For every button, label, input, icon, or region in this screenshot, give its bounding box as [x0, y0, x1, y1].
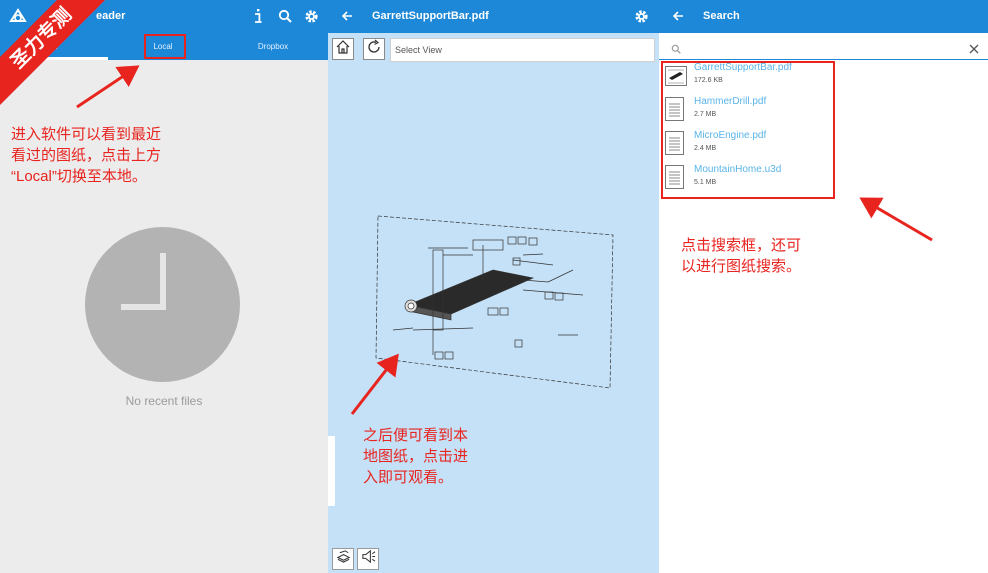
- note-search: 点击搜索框，还可 以进行图纸搜索。: [681, 235, 801, 277]
- note-local-tab: 进入软件可以看到最近 看过的图纸，点击上方 “Local”切换至本地。: [11, 124, 161, 187]
- watermark-corner: 圣力专测: [0, 0, 110, 110]
- note-line: 入即可观看。: [363, 469, 454, 486]
- note-line: 地图纸，点击进: [363, 448, 469, 465]
- arrow-to-file-list: [859, 197, 933, 242]
- arrow-to-drawing: [350, 353, 399, 415]
- annotation-arrows: [76, 65, 933, 415]
- note-line: “Local”切换至本地。: [11, 168, 147, 185]
- note-line: 之后便可看到本: [363, 427, 469, 444]
- note-line: 点击搜索框，还可: [681, 237, 802, 254]
- note-line: 看过的图纸，点击上方: [11, 147, 162, 164]
- note-open-drawing: 之后便可看到本 地图纸，点击进 入即可观看。: [363, 425, 468, 488]
- note-line: 以进行图纸搜索。: [681, 258, 802, 275]
- watermark-text: 圣力专测: [0, 0, 110, 110]
- note-line: 进入软件可以看到最近: [11, 126, 162, 143]
